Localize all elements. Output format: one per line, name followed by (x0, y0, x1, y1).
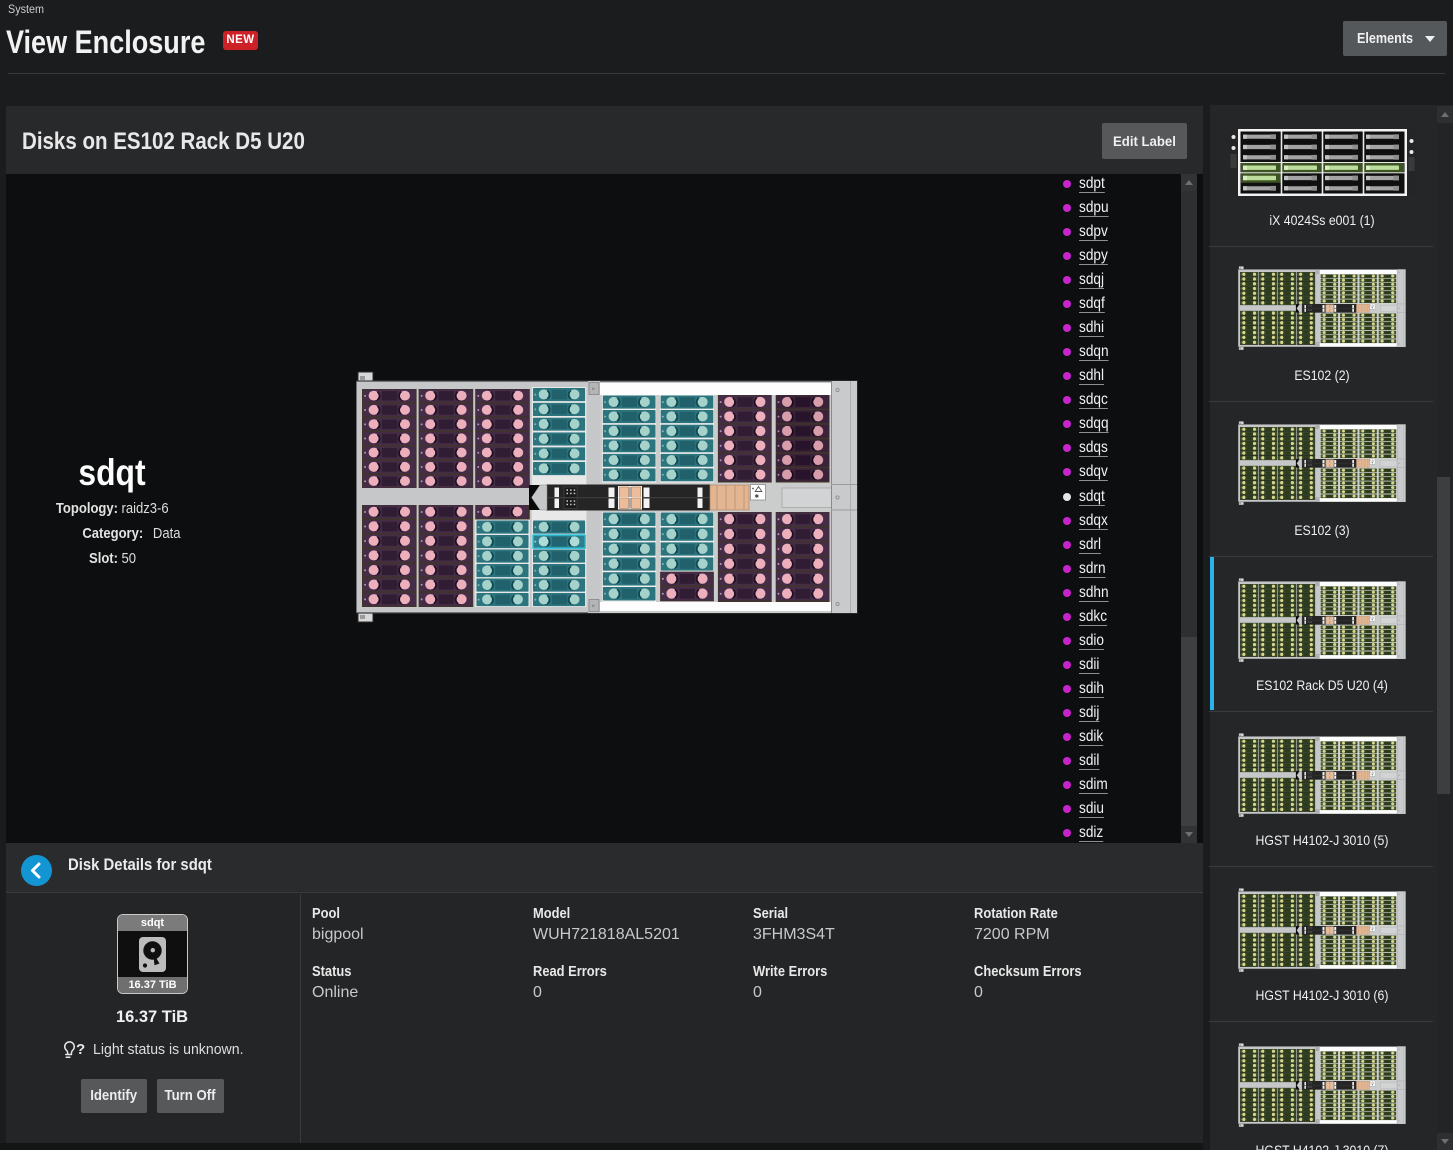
svg-text:×: × (592, 604, 596, 610)
svg-text:×: × (592, 387, 596, 393)
svg-text:✱: ✱ (755, 493, 760, 500)
